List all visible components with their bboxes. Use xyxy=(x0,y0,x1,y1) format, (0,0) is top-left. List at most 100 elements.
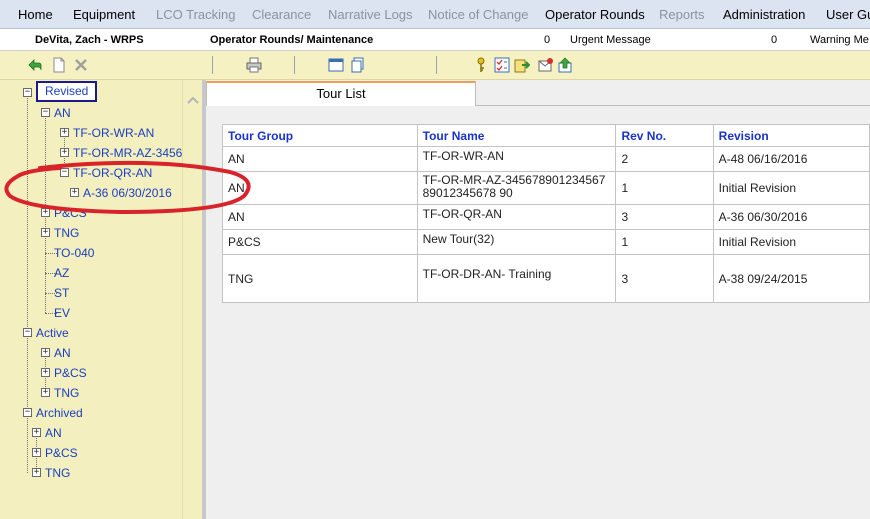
tree-node-archived-pcs[interactable]: P&CS xyxy=(45,445,78,461)
expand-toggle-revised-tng[interactable]: + xyxy=(41,228,50,237)
collapse-toggle-revised-an[interactable]: − xyxy=(41,108,50,117)
menu-user-guide[interactable]: User Gui xyxy=(826,7,870,22)
expand-toggle-active-tng[interactable]: + xyxy=(41,388,50,397)
table-row[interactable]: AN TF-OR-QR-AN 3 A-36 06/30/2016 xyxy=(222,204,870,230)
tree-node-revised-tng[interactable]: TNG xyxy=(54,225,79,241)
content-area: Tour List Tour Group Tour Name Rev No. R… xyxy=(206,80,870,519)
menu-narrative-logs: Narrative Logs xyxy=(328,7,413,22)
menu-home[interactable]: Home xyxy=(18,7,53,22)
tree-node-tf-or-qr-an[interactable]: TF-OR-QR-AN xyxy=(73,165,152,181)
expand-toggle-archived-tng[interactable]: + xyxy=(32,468,41,477)
expand-toggle-revised-pcs[interactable]: + xyxy=(41,208,50,217)
expand-toggle-active-an[interactable]: + xyxy=(41,348,50,357)
cell-revision: Initial Revision xyxy=(712,229,870,255)
new-document-icon[interactable] xyxy=(51,57,67,73)
tree-node-st[interactable]: ST xyxy=(54,285,69,301)
expand-toggle-tf-or-wr-an[interactable]: + xyxy=(60,128,69,137)
table-row[interactable]: AN TF-OR-WR-AN 2 A-48 06/16/2016 xyxy=(222,146,870,172)
tree-node-active-tng[interactable]: TNG xyxy=(54,385,79,401)
tree-node-tf-or-mr-az[interactable]: TF-OR-MR-AZ-3456 xyxy=(73,145,182,161)
urgent-message-label[interactable]: Urgent Message xyxy=(570,34,651,46)
tab-tour-list[interactable]: Tour List xyxy=(206,81,476,106)
tree-node-revised-pcs[interactable]: P&CS xyxy=(54,205,87,221)
cell-tour-name: TF-OR-MR-AZ-34567890123456789012345678 9… xyxy=(416,171,617,205)
tree-node-revised-an[interactable]: AN xyxy=(54,105,71,121)
copy-icon[interactable] xyxy=(350,57,366,73)
tree-node-archived[interactable]: Archived xyxy=(36,405,83,421)
menu-equipment[interactable]: Equipment xyxy=(73,7,135,22)
tree-node-to040[interactable]: TO-040 xyxy=(54,245,94,261)
export-icon[interactable] xyxy=(514,57,530,73)
collapse-toggle-tf-or-qr-an[interactable]: − xyxy=(60,168,69,177)
tree-node-ev[interactable]: EV xyxy=(54,305,70,321)
toolbar-separator xyxy=(436,56,437,74)
checklist-icon[interactable] xyxy=(494,57,510,73)
menu-reports: Reports xyxy=(659,7,705,22)
table-row[interactable]: AN TF-OR-MR-AZ-3456789012345678901234567… xyxy=(222,171,870,205)
info-bar: DeVita, Zach - WRPS Operator Rounds/ Mai… xyxy=(0,29,870,51)
cell-rev-no: 1 xyxy=(615,229,714,255)
tour-list-table: Tour Group Tour Name Rev No. Revision AN… xyxy=(222,124,870,303)
upload-icon[interactable] xyxy=(557,57,573,73)
tour-tree-panel: − Revised − AN + TF-OR-WR-AN + TF-OR-MR-… xyxy=(0,80,182,519)
cell-rev-no: 1 xyxy=(615,171,714,205)
tree-node-revised[interactable]: Revised xyxy=(36,81,98,102)
expand-toggle-tf-or-mr-az[interactable]: + xyxy=(60,148,69,157)
module-title: Operator Rounds/ Maintenance xyxy=(210,34,374,46)
tree-node-tf-or-wr-an[interactable]: TF-OR-WR-AN xyxy=(73,125,154,141)
menu-clearance: Clearance xyxy=(252,7,312,22)
expand-toggle-archived-an[interactable]: + xyxy=(32,428,41,437)
urgent-count: 0 xyxy=(544,34,551,46)
cell-tour-group: TNG xyxy=(222,254,418,303)
scroll-up-icon[interactable] xyxy=(185,92,201,108)
toolbar xyxy=(0,51,870,80)
cell-tour-name: TF-OR-WR-AN xyxy=(416,146,617,172)
column-header-tour-name[interactable]: Tour Name xyxy=(416,124,617,147)
tree-node-archived-tng[interactable]: TNG xyxy=(45,465,70,481)
tree-node-az[interactable]: AZ xyxy=(54,265,69,281)
toolbar-separator xyxy=(212,56,213,74)
tree-node-active-an[interactable]: AN xyxy=(54,345,71,361)
cell-revision: A-48 06/16/2016 xyxy=(712,146,870,172)
cell-rev-no: 3 xyxy=(615,254,714,303)
expand-toggle-archived-pcs[interactable]: + xyxy=(32,448,41,457)
menu-notice-of-change: Notice of Change xyxy=(428,7,529,22)
expand-toggle-a36[interactable]: + xyxy=(70,188,79,197)
tree-node-active[interactable]: Active xyxy=(36,325,69,341)
menu-operator-rounds[interactable]: Operator Rounds xyxy=(545,7,645,22)
key-icon[interactable] xyxy=(473,57,489,73)
cell-tour-group: AN xyxy=(222,146,418,172)
cell-rev-no: 2 xyxy=(615,146,714,172)
tree-node-archived-an[interactable]: AN xyxy=(45,425,62,441)
column-header-rev-no[interactable]: Rev No. xyxy=(615,124,714,147)
table-header-row: Tour Group Tour Name Rev No. Revision xyxy=(222,124,870,147)
tree-node-a36-revision[interactable]: A-36 06/30/2016 xyxy=(83,185,172,201)
menu-lco-tracking: LCO Tracking xyxy=(156,7,236,22)
back-arrow-icon[interactable] xyxy=(27,57,43,73)
column-header-revision[interactable]: Revision xyxy=(712,124,870,147)
cell-revision: A-38 09/24/2015 xyxy=(712,254,870,303)
warning-count: 0 xyxy=(771,34,778,46)
cell-tour-group: P&CS xyxy=(222,229,418,255)
tree-node-active-pcs[interactable]: P&CS xyxy=(54,365,87,381)
collapse-toggle-archived[interactable]: − xyxy=(23,408,32,417)
delete-icon[interactable] xyxy=(73,57,89,73)
mail-icon[interactable] xyxy=(538,57,554,73)
window-icon[interactable] xyxy=(328,57,344,73)
column-header-tour-group[interactable]: Tour Group xyxy=(222,124,418,147)
cell-rev-no: 3 xyxy=(615,204,714,230)
cell-tour-name: TF-OR-DR-AN- Training xyxy=(416,254,617,303)
cell-revision: Initial Revision xyxy=(712,171,870,205)
tree-scrollbar[interactable] xyxy=(182,80,202,519)
table-row[interactable]: TNG TF-OR-DR-AN- Training 3 A-38 09/24/2… xyxy=(222,254,870,303)
table-row[interactable]: P&CS New Tour(32) 1 Initial Revision xyxy=(222,229,870,255)
warning-message-label[interactable]: Warning Me xyxy=(810,34,869,46)
print-icon[interactable] xyxy=(246,57,262,73)
cell-tour-group: AN xyxy=(222,171,418,205)
cell-tour-group: AN xyxy=(222,204,418,230)
collapse-toggle-active[interactable]: − xyxy=(23,328,32,337)
tab-strip-border xyxy=(476,105,870,106)
expand-toggle-active-pcs[interactable]: + xyxy=(41,368,50,377)
collapse-toggle-revised[interactable]: − xyxy=(23,88,32,97)
menu-administration[interactable]: Administration xyxy=(723,7,805,22)
